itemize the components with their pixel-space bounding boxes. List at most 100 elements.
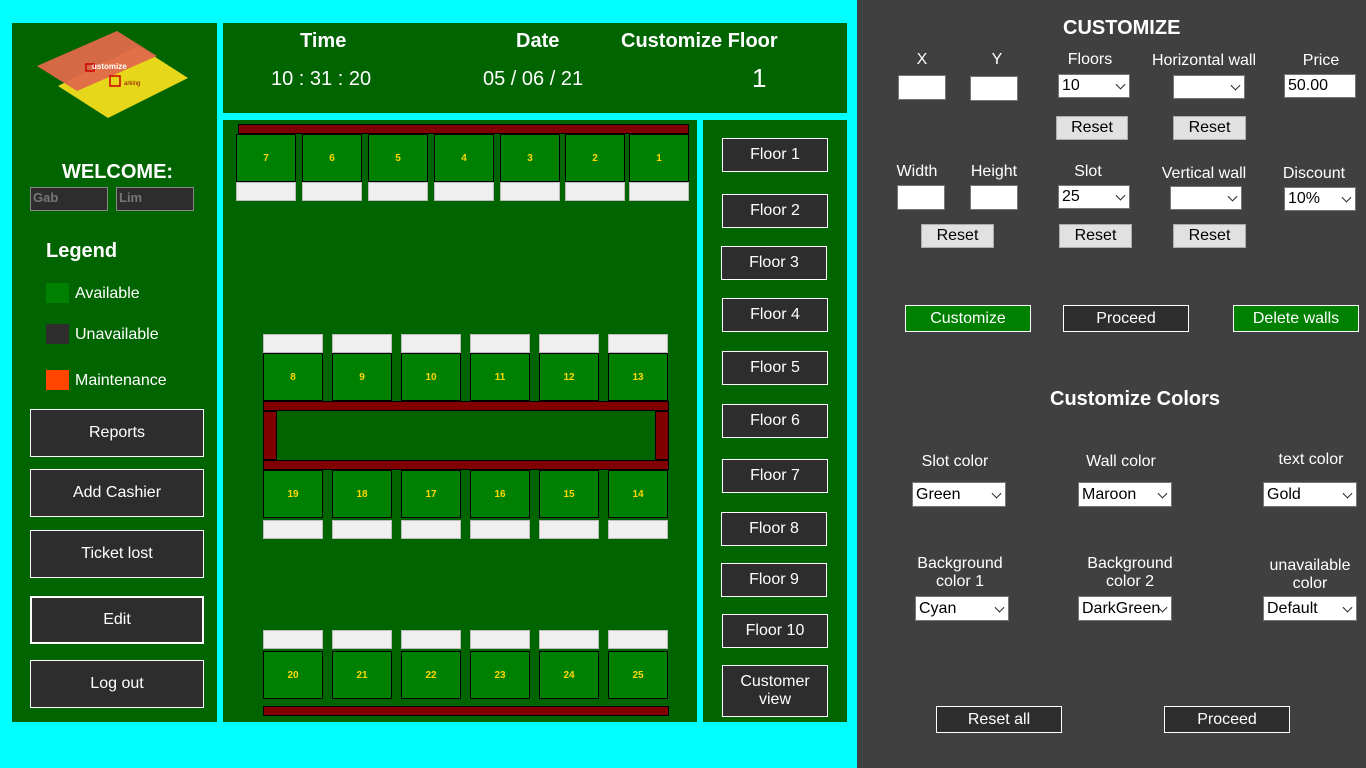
customer-view-button[interactable]: Customer view bbox=[722, 665, 828, 717]
wall-bottom bbox=[263, 706, 669, 716]
parking-slot[interactable]: 16 bbox=[470, 470, 530, 518]
legend-available-swatch bbox=[46, 283, 69, 303]
parking-slot[interactable]: 10 bbox=[401, 353, 461, 401]
add-cashier-button[interactable]: Add Cashier bbox=[30, 469, 204, 517]
floors-reset-button[interactable]: Reset bbox=[1056, 116, 1128, 140]
parking-slot[interactable]: 3 bbox=[500, 134, 560, 182]
slot-ticket-strip bbox=[263, 334, 323, 353]
floor-10-button[interactable]: Floor 10 bbox=[722, 614, 828, 648]
customize-title: CUSTOMIZE bbox=[1063, 17, 1181, 39]
chevron-down-icon bbox=[991, 488, 1002, 499]
slot-ticket-strip bbox=[401, 520, 461, 539]
proceed-top-button[interactable]: Proceed bbox=[1063, 305, 1189, 332]
reports-button[interactable]: Reports bbox=[30, 409, 204, 457]
parking-slot[interactable]: 12 bbox=[539, 353, 599, 401]
height-input[interactable] bbox=[970, 185, 1018, 210]
parking-slot[interactable]: 6 bbox=[302, 134, 362, 182]
customer-view-line2: view bbox=[758, 691, 791, 708]
horizontal-wall-select[interactable] bbox=[1173, 75, 1245, 99]
parking-slot[interactable]: 18 bbox=[332, 470, 392, 518]
floors-select-value: 10 bbox=[1062, 77, 1080, 94]
parking-slot[interactable]: 7 bbox=[236, 134, 296, 182]
parking-slot[interactable]: 20 bbox=[263, 651, 323, 699]
parking-slot[interactable]: 1 bbox=[629, 134, 689, 182]
background-color-2-select[interactable]: DarkGreen bbox=[1078, 596, 1172, 621]
ticket-lost-button[interactable]: Ticket lost bbox=[30, 530, 204, 578]
parking-slot[interactable]: 2 bbox=[565, 134, 625, 182]
parking-slot[interactable]: 17 bbox=[401, 470, 461, 518]
floor-6-button[interactable]: Floor 6 bbox=[722, 404, 828, 438]
floor-4-button[interactable]: Floor 4 bbox=[722, 298, 828, 332]
x-label: X bbox=[916, 51, 928, 68]
parking-slot[interactable]: 25 bbox=[608, 651, 668, 699]
slot-ticket-strip bbox=[470, 334, 530, 353]
customize-button[interactable]: Customize bbox=[905, 305, 1031, 332]
y-input[interactable] bbox=[970, 76, 1018, 101]
slot-reset-button[interactable]: Reset bbox=[1059, 224, 1132, 248]
unavailable-color-label-line2: color bbox=[1292, 575, 1328, 592]
y-label: Y bbox=[991, 51, 1003, 68]
discount-select[interactable]: 10% bbox=[1284, 187, 1356, 211]
vertical-wall-reset-button[interactable]: Reset bbox=[1173, 224, 1246, 248]
background-color-2-label-line2: color 2 bbox=[1105, 573, 1155, 590]
parking-slot[interactable]: 8 bbox=[263, 353, 323, 401]
parking-slot[interactable]: 5 bbox=[368, 134, 428, 182]
unavailable-color-value: Default bbox=[1267, 599, 1318, 617]
parking-slot[interactable]: 15 bbox=[539, 470, 599, 518]
legend-unavailable-swatch bbox=[46, 324, 69, 344]
width-input[interactable] bbox=[897, 185, 945, 210]
reset-all-button[interactable]: Reset all bbox=[936, 706, 1062, 733]
parking-slot[interactable]: 22 bbox=[401, 651, 461, 699]
price-input[interactable]: 50.00 bbox=[1284, 74, 1356, 98]
vertical-wall-select[interactable] bbox=[1170, 186, 1242, 210]
parking-slot[interactable]: 9 bbox=[332, 353, 392, 401]
floor-7-button[interactable]: Floor 7 bbox=[722, 459, 828, 493]
floor-3-button[interactable]: Floor 3 bbox=[721, 246, 827, 280]
horizontal-wall-reset-button[interactable]: Reset bbox=[1173, 116, 1246, 140]
slot-ticket-strip bbox=[263, 630, 323, 649]
size-reset-button[interactable]: Reset bbox=[921, 224, 994, 248]
parking-slot[interactable]: 23 bbox=[470, 651, 530, 699]
floor-8-button[interactable]: Floor 8 bbox=[721, 512, 827, 546]
parking-slot[interactable]: 19 bbox=[263, 470, 323, 518]
floor-9-button[interactable]: Floor 9 bbox=[721, 563, 827, 597]
parking-slot[interactable]: 14 bbox=[608, 470, 668, 518]
legend-available-label: Available bbox=[75, 285, 140, 302]
log-out-button[interactable]: Log out bbox=[30, 660, 204, 708]
parking-map: 7 6 5 4 3 2 1 8 9 10 11 12 13 19 18 17 1… bbox=[223, 120, 697, 722]
slot-ticket-strip bbox=[470, 630, 530, 649]
floors-select[interactable]: 10 bbox=[1058, 74, 1130, 98]
parking-slot[interactable]: 24 bbox=[539, 651, 599, 699]
edit-button[interactable]: Edit bbox=[30, 596, 204, 644]
x-input[interactable] bbox=[898, 75, 946, 100]
delete-walls-button[interactable]: Delete walls bbox=[1233, 305, 1359, 332]
wall-middle-left bbox=[263, 411, 277, 460]
slot-color-select[interactable]: Green bbox=[912, 482, 1006, 507]
proceed-bottom-button[interactable]: Proceed bbox=[1164, 706, 1290, 733]
wall-top bbox=[238, 124, 689, 134]
time-label: Time bbox=[300, 30, 347, 52]
unavailable-color-label-line1: unavailable bbox=[1269, 557, 1351, 574]
slot-select-value: 25 bbox=[1062, 188, 1080, 205]
background-color-1-select[interactable]: Cyan bbox=[915, 596, 1009, 621]
price-input-value: 50.00 bbox=[1288, 77, 1329, 94]
floor-5-button[interactable]: Floor 5 bbox=[722, 351, 828, 385]
slot-ticket-strip bbox=[500, 182, 560, 201]
background-color-1-label-line1: Background bbox=[917, 555, 1003, 572]
wall-color-select[interactable]: Maroon bbox=[1078, 482, 1172, 507]
text-color-select[interactable]: Gold bbox=[1263, 482, 1357, 507]
slot-ticket-strip bbox=[302, 182, 362, 201]
parking-slot[interactable]: 21 bbox=[332, 651, 392, 699]
unavailable-color-select[interactable]: Default bbox=[1263, 596, 1357, 621]
date-value: 05 / 06 / 21 bbox=[483, 68, 584, 90]
slot-ticket-strip bbox=[470, 520, 530, 539]
floor-2-button[interactable]: Floor 2 bbox=[722, 194, 828, 228]
slot-select[interactable]: 25 bbox=[1058, 185, 1130, 209]
wall-middle-bottom bbox=[263, 460, 669, 470]
parking-slot[interactable]: 13 bbox=[608, 353, 668, 401]
slot-ticket-strip bbox=[539, 630, 599, 649]
parking-slot[interactable]: 4 bbox=[434, 134, 494, 182]
floor-1-button[interactable]: Floor 1 bbox=[722, 138, 828, 172]
parking-slot[interactable]: 11 bbox=[470, 353, 530, 401]
height-label: Height bbox=[970, 163, 1018, 180]
